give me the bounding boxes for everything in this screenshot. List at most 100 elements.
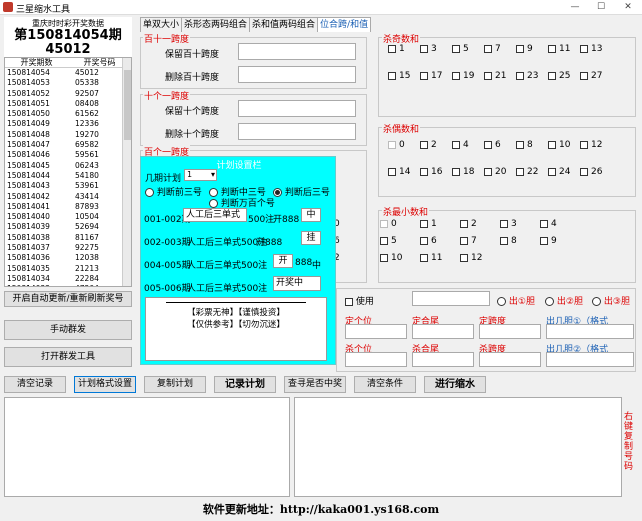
radio-dan-2[interactable]: 出②胆 (545, 294, 583, 307)
list-item[interactable]: 150814034 22284 (5, 274, 131, 284)
radio-dan-1[interactable]: 出①胆 (497, 294, 535, 307)
kill-span-input[interactable] (479, 352, 541, 367)
kill-min-checkbox[interactable]: 12 (460, 249, 500, 266)
close-button[interactable]: ✕ (619, 1, 637, 14)
minimize-button[interactable]: — (566, 1, 584, 14)
kill-even-checkbox[interactable]: 24 (548, 158, 580, 185)
kill-min-checkbox[interactable]: 6 (420, 232, 460, 249)
draw-history-list[interactable]: 开奖期数 开奖号码 150814054 45012 150814053 05338 15… (4, 57, 132, 287)
kill-even-checkbox[interactable]: 20 (484, 158, 516, 185)
delete-span-shi-ge-input[interactable] (238, 123, 356, 140)
kill-odd-checkbox[interactable]: 1 (388, 35, 420, 62)
periods-select[interactable]: 1 ▾ (184, 169, 217, 181)
kill-even-checkbox[interactable]: 0 (388, 131, 420, 158)
kill-min-checkbox[interactable]: 4 (540, 215, 580, 232)
dan-format-1-input[interactable] (546, 324, 634, 339)
plan-format-button[interactable]: 计划格式设置 (74, 376, 136, 393)
check-win-button[interactable]: 查寻是否中奖 (284, 376, 346, 393)
kill-min-checkbox[interactable]: 3 (500, 215, 540, 232)
kill-odd-checkbox[interactable]: 7 (484, 35, 516, 62)
auto-update-button[interactable]: 开启自动更新/重新刷新奖号 (4, 291, 132, 307)
clear-conditions-button[interactable]: 清空条件 (354, 376, 416, 393)
list-item[interactable]: 150814048 19270 (5, 130, 131, 140)
scroll-thumb[interactable] (124, 70, 131, 140)
kill-even-checkbox[interactable]: 6 (484, 131, 516, 158)
radio-front-three[interactable]: 判断前三号 (145, 185, 202, 198)
list-item[interactable]: 150814047 69582 (5, 140, 131, 150)
kill-even-checkbox[interactable]: 22 (516, 158, 548, 185)
kill-odd-checkbox[interactable]: 23 (516, 62, 548, 89)
kill-min-checkbox[interactable]: 1 (420, 215, 460, 232)
kill-even-checkbox[interactable]: 16 (420, 158, 452, 185)
radio-back-three[interactable]: 判断后三号 (273, 185, 330, 198)
list-item[interactable]: 15081403347204 (5, 284, 131, 286)
plan-row-open[interactable]: 开奖中 (273, 276, 321, 291)
kill-odd-checkbox[interactable]: 5 (452, 35, 484, 62)
kill-min-checkbox[interactable]: 7 (460, 232, 500, 249)
kill-odd-checkbox[interactable]: 9 (516, 35, 548, 62)
kill-even-checkbox[interactable]: 18 (452, 158, 484, 185)
list-item[interactable]: 150814051 08408 (5, 99, 131, 109)
kill-odd-checkbox[interactable]: 17 (420, 62, 452, 89)
list-item[interactable]: 150814042 43414 (5, 192, 131, 202)
kill-min-checkbox[interactable]: 2 (460, 215, 500, 232)
kill-even-checkbox[interactable]: 2 (420, 131, 452, 158)
list-item[interactable]: 150814038 81167 (5, 233, 131, 243)
use-checkbox[interactable]: 使用 (345, 294, 374, 307)
tab-kill-sum-pairs[interactable]: 杀和值两码组合 (249, 17, 319, 32)
kill-min-checkbox[interactable]: 9 (540, 232, 580, 249)
kill-min-checkbox[interactable]: 10 (380, 249, 420, 266)
copy-plan-button[interactable]: 复制计划 (144, 376, 206, 393)
delete-span-bai-shi-input[interactable] (238, 66, 356, 83)
list-item[interactable]: 150814046 59561 (5, 150, 131, 160)
kill-even-checkbox[interactable]: 14 (388, 158, 420, 185)
list-item[interactable]: 150814053 05338 (5, 78, 131, 88)
kill-tail-input[interactable] (412, 352, 474, 367)
list-item[interactable]: 150814054 45012 (5, 68, 131, 78)
kill-ge-input[interactable] (345, 352, 407, 367)
use-input[interactable] (412, 291, 490, 306)
kill-min-checkbox[interactable]: 8 (500, 232, 540, 249)
list-item[interactable]: 150814041 87893 (5, 202, 131, 212)
list-item[interactable]: 150814052 92507 (5, 89, 131, 99)
kill-min-checkbox[interactable]: 11 (420, 249, 460, 266)
plan-row-state[interactable]: 中 (301, 208, 321, 222)
clear-record-button[interactable]: 清空记录 (4, 376, 66, 393)
list-item[interactable]: 150814050 61562 (5, 109, 131, 119)
fix-tail-input[interactable] (412, 324, 474, 339)
kill-even-checkbox[interactable]: 26 (580, 158, 612, 185)
fix-span-input[interactable] (479, 324, 541, 339)
kill-odd-checkbox[interactable]: 25 (548, 62, 580, 89)
fix-ge-input[interactable] (345, 324, 407, 339)
kill-odd-checkbox[interactable]: 21 (484, 62, 516, 89)
list-item[interactable]: 150814037 92275 (5, 243, 131, 253)
maximize-button[interactable]: ☐ (592, 1, 610, 14)
tab-odd-even-size[interactable]: 单双大小 (140, 17, 183, 32)
kill-even-checkbox[interactable]: 4 (452, 131, 484, 158)
list-scrollbar[interactable] (122, 58, 131, 286)
kill-even-checkbox[interactable]: 10 (548, 131, 580, 158)
plan-record-textarea[interactable] (4, 397, 290, 497)
keep-span-bai-shi-input[interactable] (238, 43, 356, 60)
list-item[interactable]: 150814036 12038 (5, 253, 131, 263)
kill-odd-checkbox[interactable]: 3 (420, 35, 452, 62)
kill-even-checkbox[interactable]: 8 (516, 131, 548, 158)
kill-min-checkbox[interactable]: 5 (380, 232, 420, 249)
list-item[interactable]: 150814043 53961 (5, 181, 131, 191)
list-item[interactable]: 150814045 06243 (5, 161, 131, 171)
manual-send-button[interactable]: 手动群发 (4, 320, 132, 340)
kill-odd-checkbox[interactable]: 15 (388, 62, 420, 89)
list-item[interactable]: 150814040 10504 (5, 212, 131, 222)
list-item[interactable]: 150814049 12336 (5, 119, 131, 129)
kill-odd-checkbox[interactable]: 11 (548, 35, 580, 62)
kill-odd-checkbox[interactable]: 27 (580, 62, 612, 89)
keep-span-shi-ge-input[interactable] (238, 100, 356, 117)
kill-even-checkbox[interactable]: 12 (580, 131, 612, 158)
plan-row-text[interactable]: 人工后三单式 (183, 208, 247, 222)
radio-dan-3[interactable]: 出③胆 (592, 294, 630, 307)
list-item[interactable]: 150814039 52694 (5, 222, 131, 232)
plan-row-open[interactable]: 开 (273, 254, 293, 268)
tab-kill-shape-pairs[interactable]: 杀形态两码组合 (181, 17, 251, 32)
kill-odd-checkbox[interactable]: 13 (580, 35, 612, 62)
list-item[interactable]: 150814044 54180 (5, 171, 131, 181)
